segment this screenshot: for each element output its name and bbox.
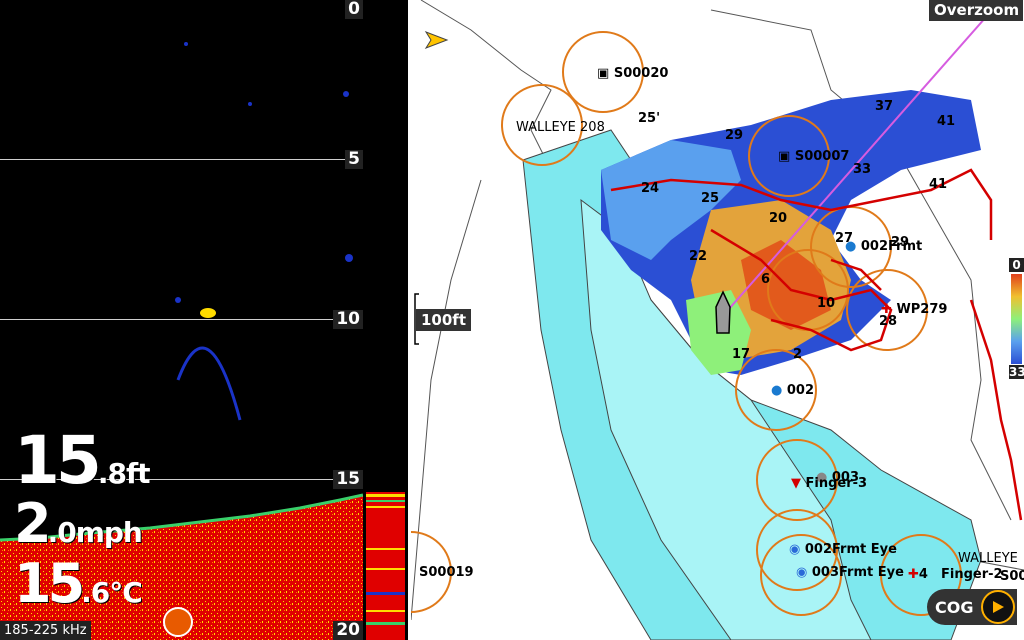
depth-tick: 5 bbox=[345, 150, 363, 169]
depth-sounding: 25' bbox=[638, 111, 661, 126]
fish-arch bbox=[176, 346, 242, 421]
north-arrow-icon[interactable] bbox=[424, 31, 449, 49]
depth-sounding: 29 bbox=[725, 128, 744, 143]
waypoint[interactable]: ● 002Frmt bbox=[845, 239, 922, 254]
frequency-label: 185-225 kHz bbox=[0, 621, 91, 640]
waypoint[interactable]: ✚4 bbox=[908, 567, 928, 582]
depth-sounding: 17 bbox=[732, 347, 751, 362]
course-arrow-icon bbox=[981, 590, 1016, 624]
map-canvas bbox=[411, 0, 1024, 640]
fish-target bbox=[248, 102, 252, 106]
depth-color-legend: 0 33 bbox=[1009, 258, 1024, 380]
waypoint[interactable]: ▣ S00007 bbox=[778, 149, 849, 164]
overzoom-indicator: Overzoom bbox=[929, 0, 1024, 21]
fish-icon: ◉ bbox=[796, 565, 808, 580]
waypoint[interactable]: Finger-2 bbox=[941, 567, 1003, 582]
speed-readout: 2.0mph bbox=[14, 492, 143, 555]
lure-icon: ▼ bbox=[791, 476, 801, 491]
depth-tick: 20 bbox=[333, 621, 363, 640]
legend-min-label: 0 bbox=[1009, 258, 1024, 272]
waypoint[interactable]: ◉ 002Frmt Eye bbox=[789, 542, 897, 557]
depth-sounding: 37 bbox=[875, 99, 894, 114]
waypoint-dot-icon: ● bbox=[845, 239, 857, 254]
legend-max-label: 33 bbox=[1009, 365, 1024, 379]
legend-gradient bbox=[1011, 274, 1022, 364]
waypoint[interactable]: ▣ S00020 bbox=[597, 66, 668, 81]
depth-sounding: 20 bbox=[769, 211, 788, 226]
waypoint[interactable]: ● 002 bbox=[771, 383, 814, 398]
depth-sounding: 25 bbox=[701, 191, 720, 206]
depth-gridline bbox=[0, 159, 348, 160]
chart-view[interactable]: 25' 29 37 41 33 41 24 25 20 22 6 10 28 1… bbox=[411, 0, 1024, 640]
depth-sounding: 22 bbox=[689, 249, 708, 264]
depth-gridline bbox=[0, 319, 339, 320]
flasher-strip bbox=[363, 0, 408, 640]
depth-sounding: 2 bbox=[793, 347, 803, 362]
depth-tick: 10 bbox=[333, 310, 363, 329]
depth-readout: 15.8ft bbox=[14, 422, 151, 499]
red-cross-icon: ✚ bbox=[908, 567, 919, 582]
depth-sounding: 41 bbox=[937, 114, 956, 129]
depth-sounding: 41 bbox=[929, 177, 948, 192]
waypoint[interactable]: ▼ Finger-3 bbox=[791, 476, 867, 491]
waypoint[interactable]: ◉ 003Frmt Eye bbox=[796, 565, 904, 580]
depth-sounding: 10 bbox=[817, 296, 836, 311]
gps-icon[interactable] bbox=[163, 607, 193, 637]
fish-target bbox=[343, 91, 349, 97]
chart-scale-label: 100ft bbox=[416, 309, 472, 331]
waypoint[interactable]: WALLEYE bbox=[958, 551, 1018, 566]
cog-label: COG bbox=[935, 597, 974, 617]
depth-sounding: 24 bbox=[641, 181, 660, 196]
camera-icon: ▣ bbox=[778, 149, 791, 164]
waypoint-dot-icon: ● bbox=[771, 383, 783, 398]
camera-icon: ▣ bbox=[597, 66, 610, 81]
waypoint[interactable]: WALLEYE 208 bbox=[516, 120, 605, 135]
waypoint[interactable]: ✚ WP279 bbox=[881, 302, 947, 317]
water-temp-readout: 15.6°C bbox=[14, 552, 143, 615]
depth-tick: 0 bbox=[345, 0, 363, 19]
sonar-view[interactable]: 0 5 10 15 20 15.8ft 2.0mph 15.6°C 185-22… bbox=[0, 0, 363, 640]
waypoint[interactable]: S00019 bbox=[419, 565, 474, 580]
depth-sounding: 33 bbox=[853, 162, 872, 177]
cog-button[interactable]: COG bbox=[927, 589, 1018, 625]
fish-icon: ◉ bbox=[789, 542, 801, 557]
depth-sounding: 6 bbox=[761, 272, 771, 287]
fish-target bbox=[345, 254, 353, 262]
flasher-canvas bbox=[366, 492, 405, 640]
fish-target bbox=[175, 297, 181, 303]
waypoint[interactable]: S00 bbox=[1000, 569, 1024, 584]
red-cross-icon: ✚ bbox=[881, 302, 892, 317]
fish-target bbox=[200, 308, 216, 318]
depth-tick: 15 bbox=[333, 470, 363, 489]
fish-target bbox=[184, 42, 188, 46]
